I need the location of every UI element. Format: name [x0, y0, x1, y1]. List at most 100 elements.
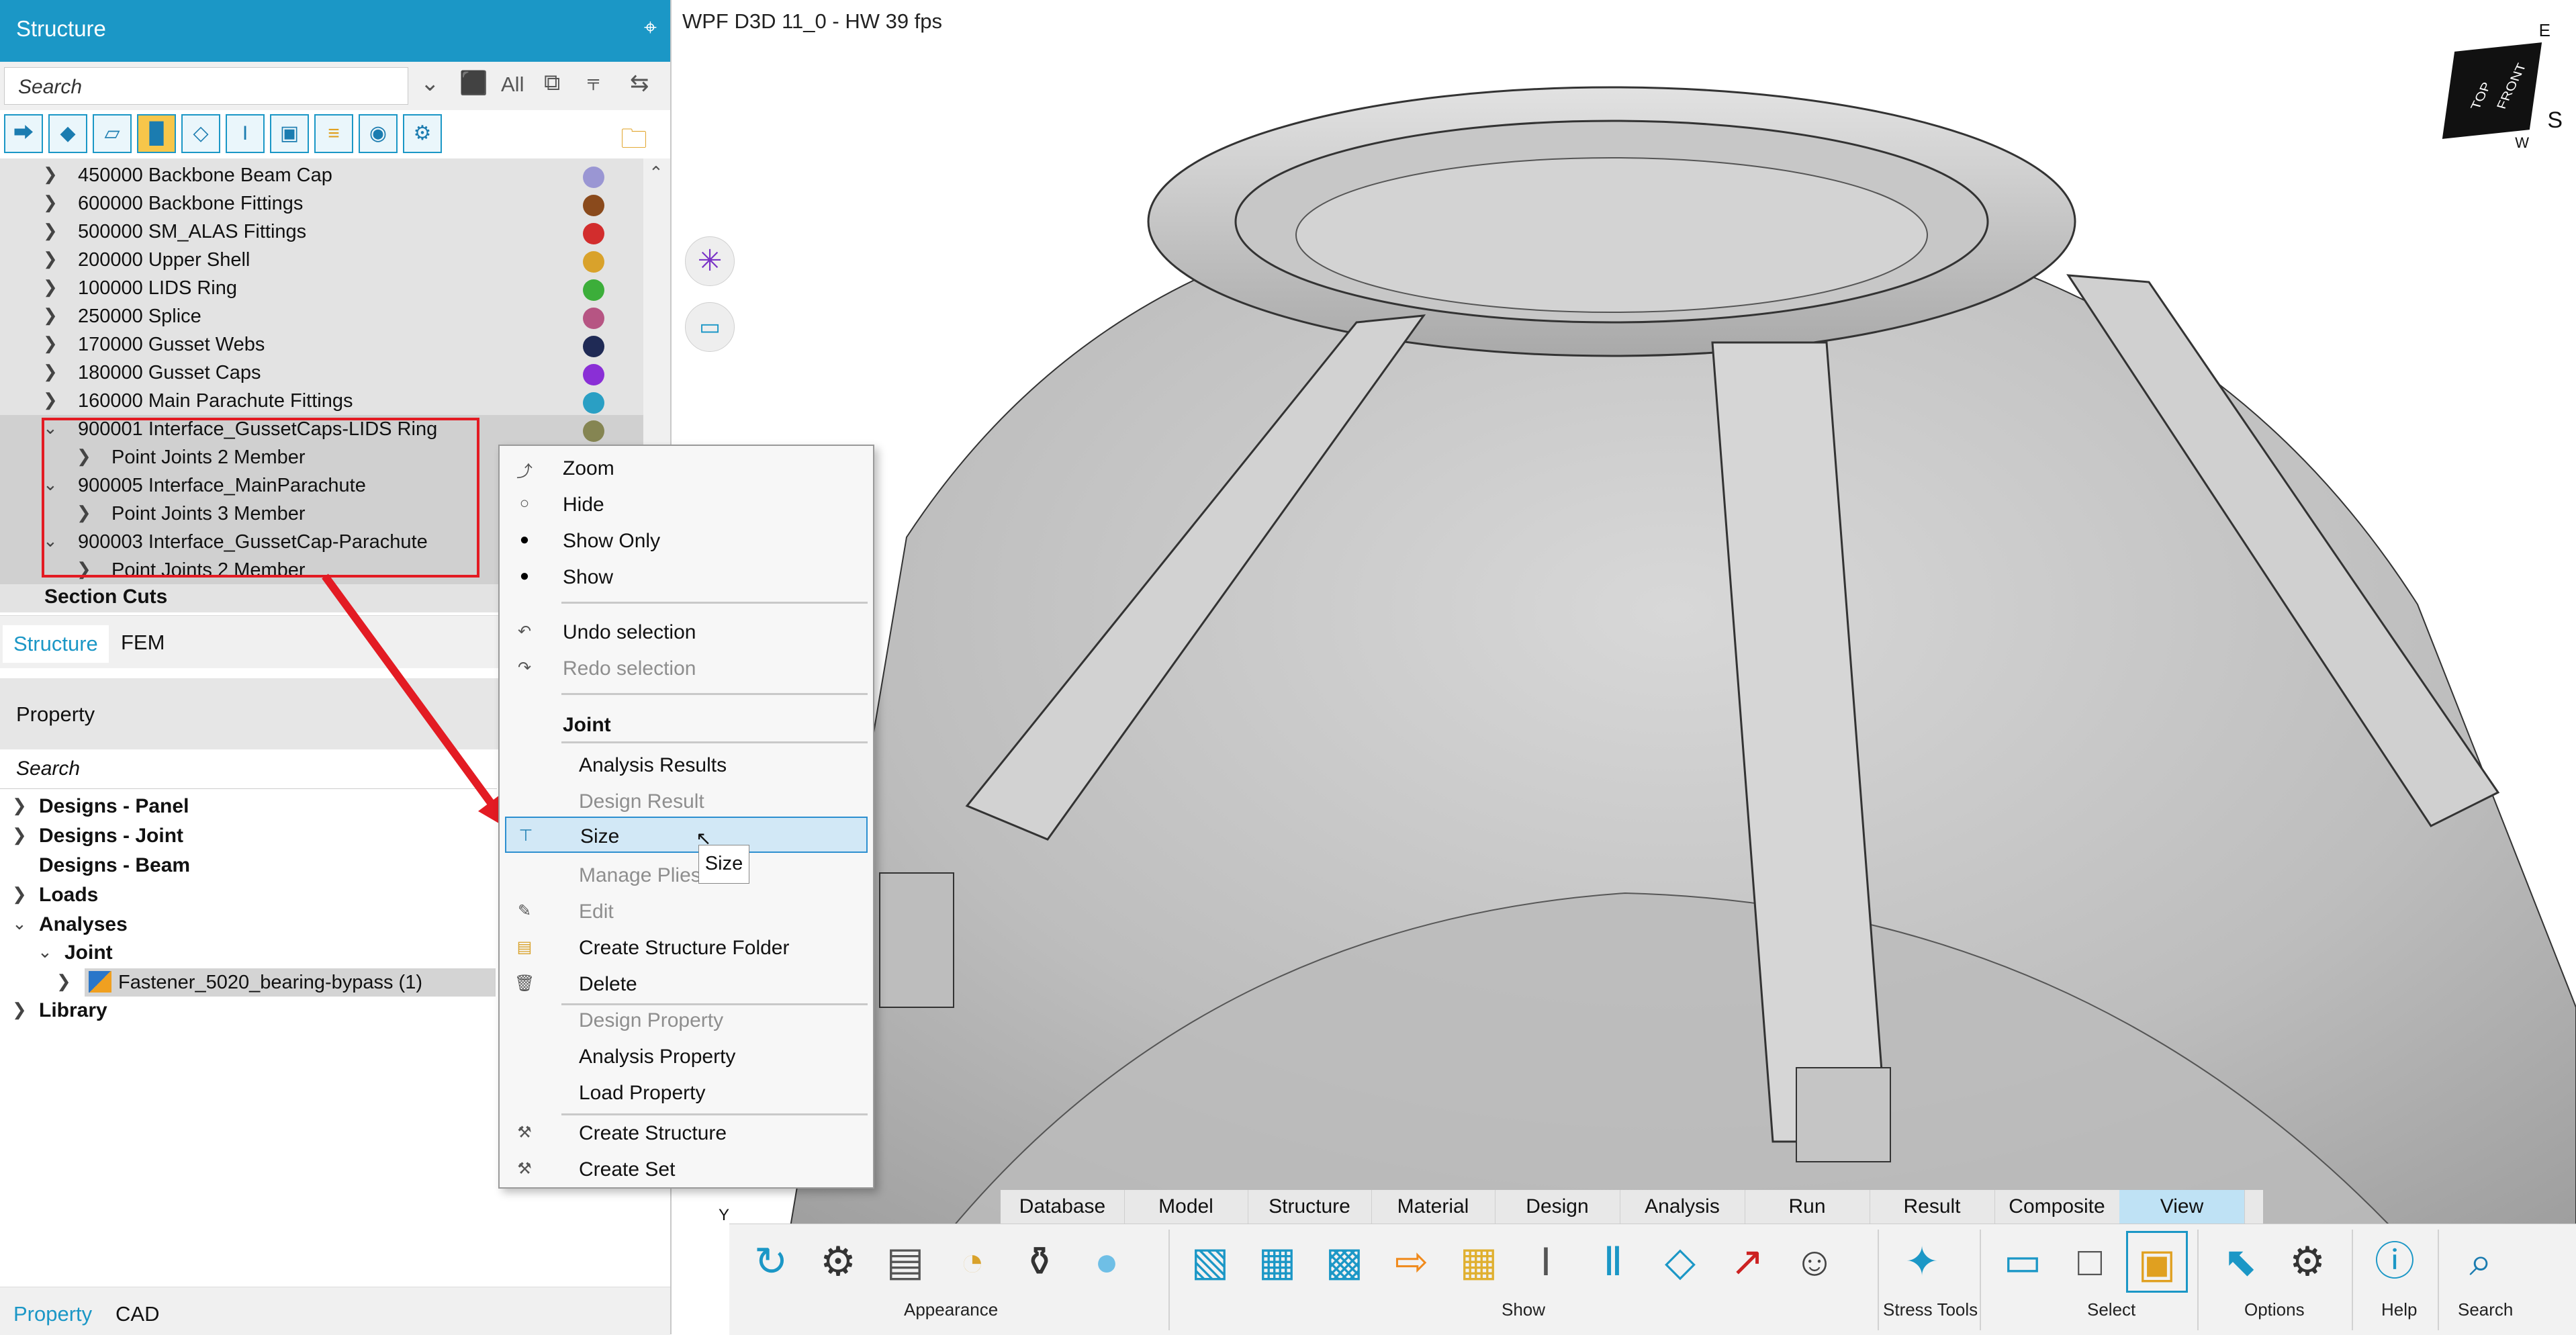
chevron-right-icon[interactable]: ❯	[43, 333, 58, 354]
tab-structure[interactable]: Structure	[1248, 1190, 1372, 1224]
checker-icon[interactable]: ▦	[1448, 1231, 1510, 1293]
filter-all-label[interactable]: All	[501, 73, 524, 97]
hierarchy-icon[interactable]: ⫧	[587, 70, 600, 96]
tab-material[interactable]: Material	[1371, 1190, 1496, 1224]
select-active-icon[interactable]: ▣	[2126, 1231, 2188, 1293]
tab-result[interactable]: Result	[1870, 1190, 1995, 1224]
view-cube[interactable]: TOP FRONT	[2442, 42, 2542, 139]
select-box-icon[interactable]: ▭	[1992, 1231, 2054, 1293]
chevron-right-icon[interactable]: ❯	[43, 192, 58, 213]
display-icon[interactable]: ▤	[874, 1231, 936, 1293]
color-swatch[interactable]	[583, 251, 604, 273]
node-tool-icon[interactable]: ⮕	[4, 114, 43, 153]
astronaut-icon[interactable]: ☺	[1784, 1231, 1845, 1293]
paint-bucket-icon[interactable]: ⚱	[1009, 1231, 1070, 1293]
compass-w-label[interactable]: W	[2515, 134, 2529, 152]
color-swatch[interactable]	[583, 308, 604, 329]
color-swatch[interactable]	[583, 420, 604, 442]
tree-item[interactable]: ❯ 600000 Backbone Fittings	[0, 189, 643, 218]
arrow-load-icon[interactable]: ⇨	[1381, 1231, 1442, 1293]
search-icon[interactable]: ⌕	[2450, 1231, 2512, 1293]
chevron-right-icon[interactable]: ❯	[12, 825, 27, 845]
gear-tool-icon[interactable]: ⚙	[403, 114, 442, 153]
chevron-right-icon[interactable]: ❯	[43, 305, 58, 326]
compass-e-label[interactable]: E	[2539, 20, 2550, 41]
chevron-down-icon[interactable]: ⌄	[38, 941, 52, 962]
tab-analysis[interactable]: Analysis	[1620, 1190, 1745, 1224]
chevron-right-icon[interactable]: ❯	[12, 884, 27, 905]
chevron-up-icon[interactable]: ⌃	[649, 163, 663, 183]
grid-icon[interactable]: ▦	[1246, 1231, 1308, 1293]
tab-database[interactable]: Database	[1001, 1190, 1125, 1224]
chevron-right-icon[interactable]: ❯	[43, 248, 58, 269]
menu-item-create-structure-folder[interactable]: ▤ Create Structure Folder	[500, 929, 873, 966]
solid-tool-icon[interactable]: ◆	[48, 114, 87, 153]
tab-fem[interactable]: FEM	[121, 631, 165, 655]
chevron-right-icon[interactable]: ❯	[43, 220, 58, 241]
options-gear-icon[interactable]: ⚙	[2276, 1231, 2338, 1293]
frame-button[interactable]: ▭	[685, 302, 735, 352]
cube-top-label[interactable]: TOP	[2469, 81, 2495, 111]
tree-item-fastener[interactable]: Fastener_5020_bearing-bypass (1)	[85, 968, 496, 997]
shell-tool-icon[interactable]: ▱	[93, 114, 132, 153]
menu-item-load-property[interactable]: Load Property	[500, 1074, 873, 1111]
tree-item[interactable]: ❯ 160000 Main Parachute Fittings	[0, 387, 643, 415]
beam-tool-icon[interactable]: I	[226, 114, 265, 153]
chevron-right-icon[interactable]: ❯	[12, 999, 27, 1020]
tree-item[interactable]: ❯ 100000 LIDS Ring	[0, 274, 643, 302]
menu-item-undo-selection[interactable]: ↶ Undo selection	[500, 614, 873, 650]
menu-item-hide[interactable]: ○ Hide	[500, 486, 873, 522]
tab-run[interactable]: Run	[1745, 1190, 1870, 1224]
joint-tool-icon[interactable]: █	[137, 114, 176, 153]
plate-tool-icon[interactable]: ◇	[181, 114, 220, 153]
tab-cad[interactable]: CAD	[116, 1302, 159, 1326]
menu-item-size[interactable]: ⊤ Size	[505, 817, 868, 853]
chevron-down-icon[interactable]: ⌄	[420, 70, 440, 97]
rotate-icon[interactable]: ↻	[740, 1231, 802, 1293]
menu-item-analysis-results[interactable]: Analysis Results	[500, 747, 873, 783]
mesh-icon[interactable]: ▩	[1314, 1231, 1375, 1293]
tree-item[interactable]: ❯ 500000 SM_ALAS Fittings	[0, 218, 643, 246]
layers-tool-icon[interactable]: ≡	[314, 114, 353, 153]
chevron-right-icon[interactable]: ❯	[43, 361, 58, 382]
menu-item-show[interactable]: ● Show	[500, 559, 873, 595]
compass-s-label[interactable]: S	[2547, 107, 2563, 134]
stress-tools-icon[interactable]: ✦	[1891, 1231, 1953, 1293]
tab-structure[interactable]: Structure	[3, 625, 109, 663]
tab-composite[interactable]: Composite	[1994, 1190, 2120, 1224]
pin-icon[interactable]: ⌖	[644, 15, 657, 41]
property-search-input[interactable]: Search	[0, 749, 497, 789]
chevron-right-icon[interactable]: ❯	[43, 164, 58, 185]
color-swatch[interactable]	[583, 279, 604, 301]
color-wheel-icon[interactable]: ◔	[941, 1231, 1003, 1293]
panel-view-icon[interactable]: ▧	[1179, 1231, 1241, 1293]
pivot-button[interactable]: ✳	[685, 236, 735, 286]
tree-item[interactable]: ❯ 200000 Upper Shell	[0, 246, 643, 274]
help-icon[interactable]: ⓘ	[2364, 1231, 2426, 1293]
color-swatch[interactable]	[583, 364, 604, 385]
chevron-down-icon[interactable]: ⌄	[12, 913, 27, 934]
3d-viewport[interactable]: WPF D3D 11_0 - HW 39 fps ✳ ▭ TOP FRONT E…	[672, 0, 2576, 1334]
color-swatch[interactable]	[583, 336, 604, 357]
settings-gear-icon[interactable]: ⚙	[807, 1231, 869, 1293]
tab-design[interactable]: Design	[1495, 1190, 1620, 1224]
menu-item-analysis-property[interactable]: Analysis Property	[500, 1038, 873, 1074]
cube-tool-icon[interactable]: ▣	[270, 114, 309, 153]
tree-item[interactable]: ❯ 180000 Gusset Caps	[0, 359, 643, 387]
chevron-right-icon[interactable]: ❯	[12, 795, 27, 816]
menu-item-show-only[interactable]: ● Show Only	[500, 522, 873, 559]
menu-item-create-set[interactable]: ⚒ Create Set	[500, 1151, 873, 1187]
cube-filter-icon[interactable]: ⬛	[459, 70, 488, 97]
plane-icon[interactable]: ◇	[1649, 1231, 1711, 1293]
axes-icon[interactable]: ↗	[1716, 1231, 1778, 1293]
beam-icon[interactable]: I	[1515, 1231, 1577, 1293]
tree-item[interactable]: ❯ 170000 Gusset Webs	[0, 330, 643, 359]
tab-property[interactable]: Property	[13, 1302, 92, 1326]
menu-item-create-structure[interactable]: ⚒ Create Structure	[500, 1115, 873, 1151]
section-cuts-label[interactable]: Section Cuts	[44, 586, 167, 608]
copy-icon[interactable]: ⧉	[544, 70, 560, 96]
structure-search-input[interactable]: Search	[4, 67, 408, 105]
color-swatch[interactable]	[583, 223, 604, 244]
menu-item-delete[interactable]: 🗑 Delete	[500, 966, 873, 1002]
tree-item[interactable]: ❯ 250000 Splice	[0, 302, 643, 330]
